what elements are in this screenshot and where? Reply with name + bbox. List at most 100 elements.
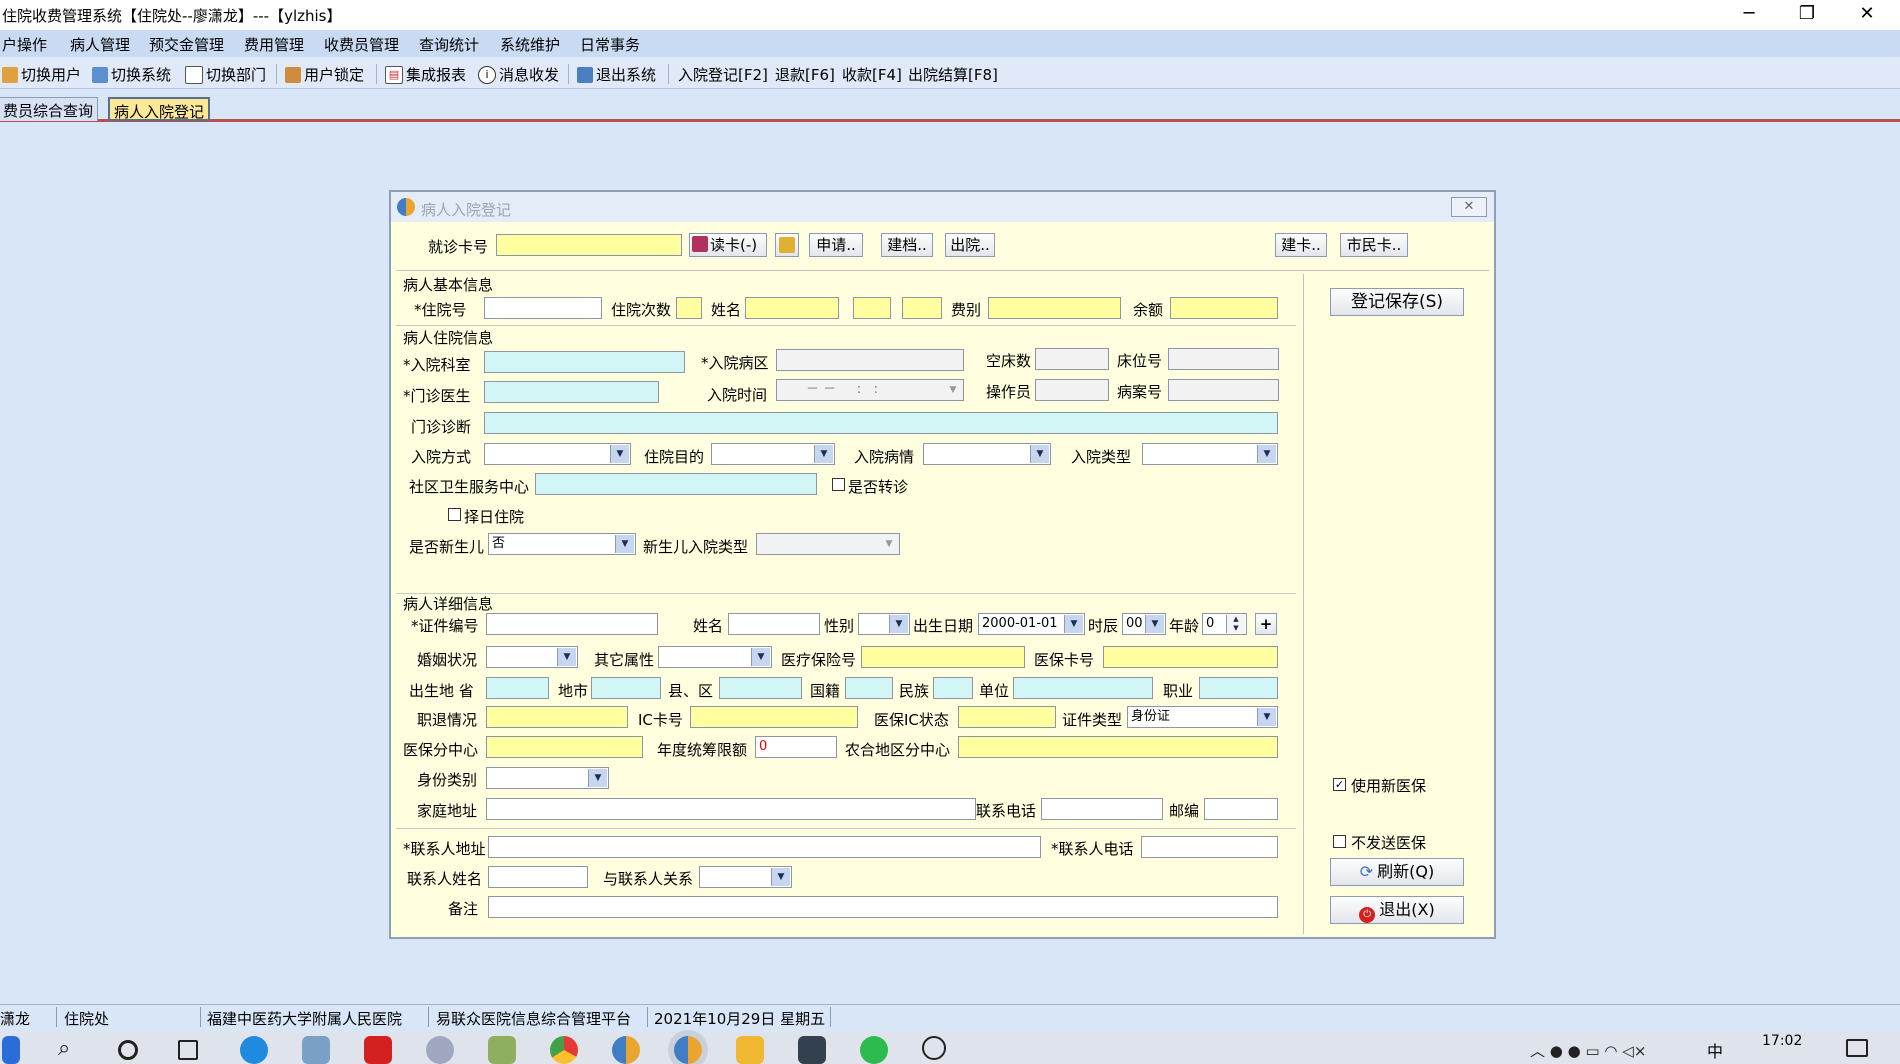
switch-user-button[interactable]: 切换用户 — [2, 64, 81, 85]
report-button[interactable]: ▤ 集成报表 — [385, 64, 466, 85]
doctor-input[interactable] — [484, 381, 659, 403]
card-no-input[interactable] — [496, 234, 682, 256]
retire-input[interactable] — [486, 706, 628, 728]
menu-user-ops[interactable]: 户操作 — [2, 34, 47, 55]
apply-button[interactable]: 申请.. — [809, 233, 863, 257]
lock-user-button[interactable]: 用户锁定 — [285, 64, 364, 85]
menu-system-maint[interactable]: 系统维护 — [500, 34, 560, 55]
cortana-icon[interactable] — [118, 1040, 138, 1060]
ins-center-input[interactable] — [486, 736, 643, 758]
detail-name-input[interactable] — [728, 613, 820, 635]
monitor-icon[interactable] — [798, 1036, 826, 1064]
app-icon[interactable] — [488, 1036, 516, 1064]
age-input[interactable] — [902, 297, 942, 319]
balance-input[interactable] — [1170, 297, 1278, 319]
menu-query-stats[interactable]: 查询统计 — [419, 34, 479, 55]
add-button[interactable]: + — [1255, 613, 1277, 635]
admit-register-button[interactable]: 入院登记[F2] — [678, 64, 768, 85]
insurance-no-input[interactable] — [861, 646, 1025, 668]
citizen-card-button[interactable]: 市民卡.. — [1340, 233, 1408, 257]
admit-method-select[interactable]: ▼ — [484, 443, 631, 465]
build-file-button[interactable]: 建档.. — [881, 233, 933, 257]
employer-input[interactable] — [1013, 677, 1153, 699]
refund-button[interactable]: 退款[F6] — [775, 64, 835, 85]
age-stepper[interactable]: 0 ▲ ▼ — [1202, 613, 1247, 635]
ic-status-input[interactable] — [958, 706, 1056, 728]
wechat-icon[interactable] — [860, 1036, 888, 1064]
exit-system-button[interactable]: 退出系统 — [577, 64, 656, 85]
ic-card-input[interactable] — [690, 706, 858, 728]
relation-select[interactable]: ▼ — [699, 866, 792, 888]
ethnicity-input[interactable] — [933, 677, 973, 699]
bed-no-input[interactable] — [1168, 348, 1279, 370]
dialog-close-button[interactable]: ✕ — [1451, 197, 1487, 217]
menu-fee-mgmt[interactable]: 费用管理 — [244, 34, 304, 55]
menu-deposit-mgmt[interactable]: 预交金管理 — [149, 34, 224, 55]
diagnosis-input[interactable] — [484, 412, 1278, 434]
charge-button[interactable]: 收款[F4] — [842, 64, 902, 85]
clear-button[interactable] — [775, 233, 799, 257]
folder-icon[interactable] — [736, 1036, 764, 1064]
city-input[interactable] — [591, 677, 661, 699]
nationality-input[interactable] — [845, 677, 893, 699]
task-view-icon[interactable] — [178, 1040, 198, 1060]
message-button[interactable]: i 消息收发 — [478, 64, 559, 85]
save-button[interactable]: 登记保存(S) — [1330, 288, 1464, 316]
empty-beds-input[interactable] — [1035, 348, 1109, 370]
case-no-input[interactable] — [1168, 379, 1279, 401]
close-button[interactable]: ✕ — [1838, 0, 1896, 30]
gender-select[interactable]: ▼ — [858, 613, 910, 635]
windows-start-icon[interactable] — [2, 1036, 20, 1064]
cert-type-select[interactable]: 身份证 ▼ — [1127, 706, 1278, 728]
rural-center-input[interactable] — [958, 736, 1278, 758]
scheduled-checkbox[interactable] — [448, 508, 461, 521]
app-icon[interactable] — [302, 1036, 330, 1064]
admit-type-select[interactable]: ▼ — [1142, 443, 1278, 465]
contact-phone-input[interactable] — [1141, 836, 1278, 858]
id-no-input[interactable] — [486, 613, 658, 635]
marital-select[interactable]: ▼ — [486, 646, 578, 668]
newborn-type-select[interactable]: ▼ — [756, 533, 900, 555]
use-new-insurance-checkbox[interactable]: ✓ — [1333, 778, 1346, 791]
contact-address-input[interactable] — [488, 836, 1041, 858]
switch-dept-button[interactable]: 切换部门 — [185, 64, 266, 85]
name-input[interactable] — [745, 297, 839, 319]
insurance-card-input[interactable] — [1103, 646, 1278, 668]
app-icon[interactable] — [426, 1036, 454, 1064]
contact-name-input[interactable] — [488, 866, 588, 888]
home-address-input[interactable] — [486, 798, 976, 820]
other-attr-select[interactable]: ▼ — [658, 646, 772, 668]
exit-button[interactable]: ⏻ 退出(X) — [1330, 896, 1464, 924]
menu-daily-affairs[interactable]: 日常事务 — [580, 34, 640, 55]
admit-time-picker[interactable]: － － : : ▼ — [776, 379, 964, 401]
occupation-input[interactable] — [1199, 677, 1278, 699]
province-input[interactable] — [486, 677, 549, 699]
read-card-button[interactable]: 读卡(-) — [689, 233, 767, 257]
his-app-icon[interactable] — [612, 1036, 640, 1064]
condition-select[interactable]: ▼ — [923, 443, 1051, 465]
transfer-checkbox[interactable] — [832, 478, 845, 491]
tab-cashier-query[interactable]: 费员综合查询 — [0, 97, 99, 121]
minimize-button[interactable]: ─ — [1720, 0, 1778, 30]
menu-cashier-mgmt[interactable]: 收费员管理 — [324, 34, 399, 55]
his-app-active-icon[interactable] — [674, 1036, 702, 1064]
chrome-icon[interactable] — [550, 1036, 578, 1064]
remark-input[interactable] — [488, 896, 1278, 918]
gender-input[interactable] — [853, 297, 891, 319]
menu-patient-mgmt[interactable]: 病人管理 — [70, 34, 130, 55]
community-input[interactable] — [535, 473, 817, 495]
build-card-button[interactable]: 建卡.. — [1275, 233, 1327, 257]
restore-button[interactable]: ❐ — [1778, 0, 1836, 30]
phone-input[interactable] — [1041, 798, 1163, 820]
county-input[interactable] — [719, 677, 802, 699]
tab-patient-admission[interactable]: 病人入院登记 — [108, 97, 211, 121]
birth-date-picker[interactable]: 2000-01-01 ▼ — [978, 613, 1085, 635]
discharge-button[interactable]: 出院.. — [945, 233, 995, 257]
purpose-select[interactable]: ▼ — [711, 443, 835, 465]
no-send-insurance-checkbox[interactable] — [1333, 835, 1346, 848]
dept-input[interactable] — [484, 351, 685, 373]
admission-no-input[interactable] — [484, 297, 602, 319]
postcode-input[interactable] — [1204, 798, 1278, 820]
switch-system-button[interactable]: 切换系统 — [92, 64, 171, 85]
wps-icon[interactable] — [364, 1036, 392, 1064]
